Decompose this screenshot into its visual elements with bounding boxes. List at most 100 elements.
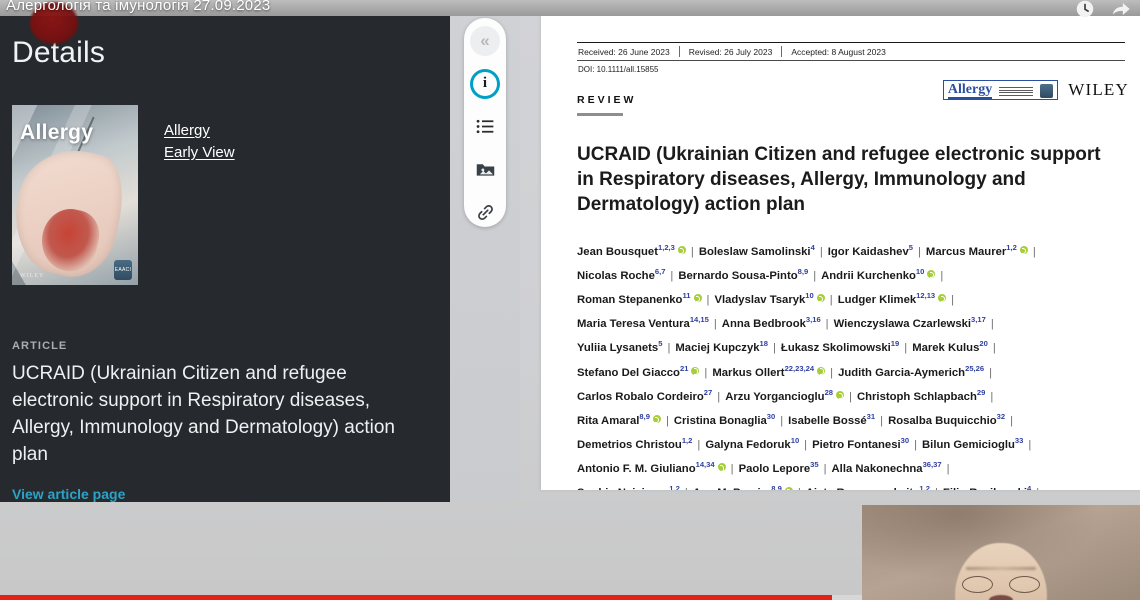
author-entry[interactable]: Vladyslav Tsaryk10 (714, 291, 825, 306)
author-separator: | (930, 487, 943, 490)
issue-link[interactable]: Early View (164, 144, 235, 161)
author-affiliation-sup: 14,34 (695, 460, 715, 470)
author-entry[interactable]: Rita Amaral8,9 (577, 412, 661, 427)
info-icon[interactable]: i (470, 68, 500, 99)
author-separator: | (772, 342, 776, 355)
link-icon[interactable] (470, 197, 500, 227)
author-affiliation-sup: 20 (979, 339, 988, 349)
clock-icon[interactable] (1074, 0, 1096, 20)
orcid-icon[interactable] (836, 390, 845, 399)
author-entry[interactable]: Carlos Robalo Cordeiro27 (577, 388, 713, 403)
revised-date: Revised: 26 July 2023 (688, 46, 773, 57)
author-entry[interactable]: Paolo Lepore35 (739, 460, 819, 476)
author-entry[interactable]: Aiste Ramanauskaite1,2 (806, 484, 930, 490)
author-affiliation-sup: 1,2 (919, 484, 930, 490)
author-entry[interactable]: Roman Stepanenko11 (577, 291, 702, 306)
author-affiliation-sup: 35 (810, 460, 819, 470)
author-entry[interactable]: Markus Ollert22,23,24 (712, 363, 826, 379)
author-list: Jean Bousquet1,2,3 | Boleslaw Samolinski4 |… (577, 238, 1129, 490)
webcam-person-mouth (989, 595, 1013, 600)
author-entry[interactable]: Antonio F. M. Giuliano14,34 (577, 460, 726, 475)
orcid-icon[interactable] (938, 294, 947, 303)
author-entry[interactable]: Maria Teresa Ventura14,15 (577, 316, 709, 331)
author-entry[interactable]: Filip Raciborski4 (943, 485, 1031, 490)
allergy-wordmark: Allergy (947, 82, 993, 99)
view-article-page-link[interactable]: View article page (12, 486, 125, 502)
author-entry[interactable]: Bilun Gemicioglu33 (922, 436, 1023, 451)
panel-article-title: UCRAID (Ukrainian Citizen and refugee el… (12, 363, 395, 465)
author-entry[interactable]: Rosalba Buquicchio32 (888, 412, 1005, 427)
journal-name-link[interactable]: Allergy (164, 122, 235, 139)
author-entry[interactable]: Łukasz Skolimowski19 (781, 339, 900, 355)
journal-links-group: Allergy Early View (164, 122, 235, 161)
author-entry[interactable]: Pietro Fontanesi30 (812, 436, 909, 451)
author-entry[interactable]: Igor Kaidashev5 (828, 243, 913, 258)
author-affiliation-sup: 30 (766, 412, 776, 422)
author-entry[interactable]: Jean Bousquet1,2,3 (577, 243, 686, 258)
orcid-icon[interactable] (693, 294, 702, 303)
author-entry[interactable]: Isabelle Bossé31 (788, 412, 875, 427)
author-affiliation-sup: 18 (759, 339, 768, 349)
author-entry[interactable]: Ludger Klimek12,13 (838, 291, 947, 306)
orcid-icon[interactable] (717, 463, 726, 472)
orcid-icon[interactable] (1019, 245, 1028, 254)
outline-list-icon[interactable] (470, 112, 500, 142)
author-entry[interactable]: Alla Nakonechna36,37 (832, 461, 942, 476)
orcid-icon[interactable] (677, 245, 686, 254)
author-entry[interactable]: Christoph Schlapbach29 (857, 388, 985, 403)
share-arrow-icon[interactable] (1110, 0, 1132, 20)
publication-dates-row: Received: 26 June 2023 Revised: 26 July … (577, 43, 1129, 60)
author-separator: | (992, 342, 996, 355)
author-line: Jean Bousquet1,2,3 | Boleslaw Samolinski4 |… (577, 238, 1129, 262)
author-separator: | (917, 245, 921, 258)
author-affiliation-sup: 25,26 (965, 363, 985, 373)
orcid-icon[interactable] (816, 294, 825, 303)
author-separator: | (780, 414, 784, 427)
author-entry[interactable]: Galyna Fedoruk10 (705, 436, 799, 451)
cover-publisher-mark: WILEY (20, 273, 45, 279)
author-entry[interactable]: Bernardo Sousa-Pinto8,9 (678, 267, 808, 282)
author-separator: | (717, 390, 721, 403)
author-entry[interactable]: Arzu Yorgancioglu28 (725, 388, 845, 403)
author-separator: | (730, 463, 734, 476)
author-affiliation-sup: 22,23,24 (784, 363, 815, 373)
author-entry[interactable]: Sophia Neisinger1,2 (577, 485, 680, 490)
author-entry[interactable]: Yuliia Lysanets5 (577, 340, 662, 355)
allergy-journal-logo: Allergy (942, 80, 1059, 100)
author-entry[interactable]: Wienczyslawa Czarlewski3,17 (834, 316, 986, 331)
author-separator: | (990, 318, 994, 331)
orcid-icon[interactable] (817, 366, 826, 375)
author-separator: | (880, 414, 884, 427)
author-entry[interactable]: Anna Bedbrook3,16 (722, 316, 821, 331)
author-affiliation-sup: 1,2 (681, 436, 693, 446)
author-affiliation-sup: 12,13 (916, 291, 936, 301)
document-article-title: UCRAID (Ukrainian Citizen and refugee el… (577, 144, 1101, 215)
author-entry[interactable]: Nicolas Roche6,7 (577, 267, 665, 282)
author-entry[interactable]: Cristina Bonaglia30 (674, 412, 776, 427)
collapse-panel-icon[interactable]: « (470, 26, 500, 56)
author-entry[interactable]: Andrii Kurchenko10 (821, 267, 936, 282)
author-line: Stefano Del Giacco21 | Markus Ollert22,23,… (577, 359, 1129, 383)
figures-image-icon[interactable] (470, 154, 500, 184)
orcid-icon[interactable] (784, 487, 793, 490)
author-entry[interactable]: Judith Garcia-Aymerich25,26 (838, 363, 985, 379)
author-separator: | (665, 414, 669, 427)
author-line: Roman Stepanenko11 | Vladyslav Tsaryk10 | Lu… (577, 286, 1129, 310)
author-separator: | (946, 463, 950, 476)
orcid-icon[interactable] (652, 414, 661, 424)
section-label-row: REVIEW Allergy WILEY (577, 80, 1129, 128)
journal-cover-thumbnail[interactable]: Allergy WILEY EAACI (12, 105, 138, 285)
author-entry[interactable]: Ana M. Pereira8,9 (693, 485, 793, 490)
author-entry[interactable]: Stefano Del Giacco21 (577, 364, 700, 379)
author-separator: | (1031, 487, 1044, 490)
author-entry[interactable]: Demetrios Christou1,2 (577, 436, 693, 451)
author-entry[interactable]: Marek Kulus20 (912, 339, 988, 355)
author-separator: | (830, 366, 834, 379)
info-glyph: i (482, 75, 488, 92)
author-entry[interactable]: Marcus Maurer1,2 (926, 243, 1028, 258)
author-separator: | (940, 269, 944, 282)
author-entry[interactable]: Maciej Kupczyk18 (675, 339, 768, 355)
author-affiliation-sup: 19 (890, 339, 900, 349)
author-affiliation-sup: 27 (703, 388, 713, 398)
author-entry[interactable]: Boleslaw Samolinski4 (699, 243, 815, 258)
